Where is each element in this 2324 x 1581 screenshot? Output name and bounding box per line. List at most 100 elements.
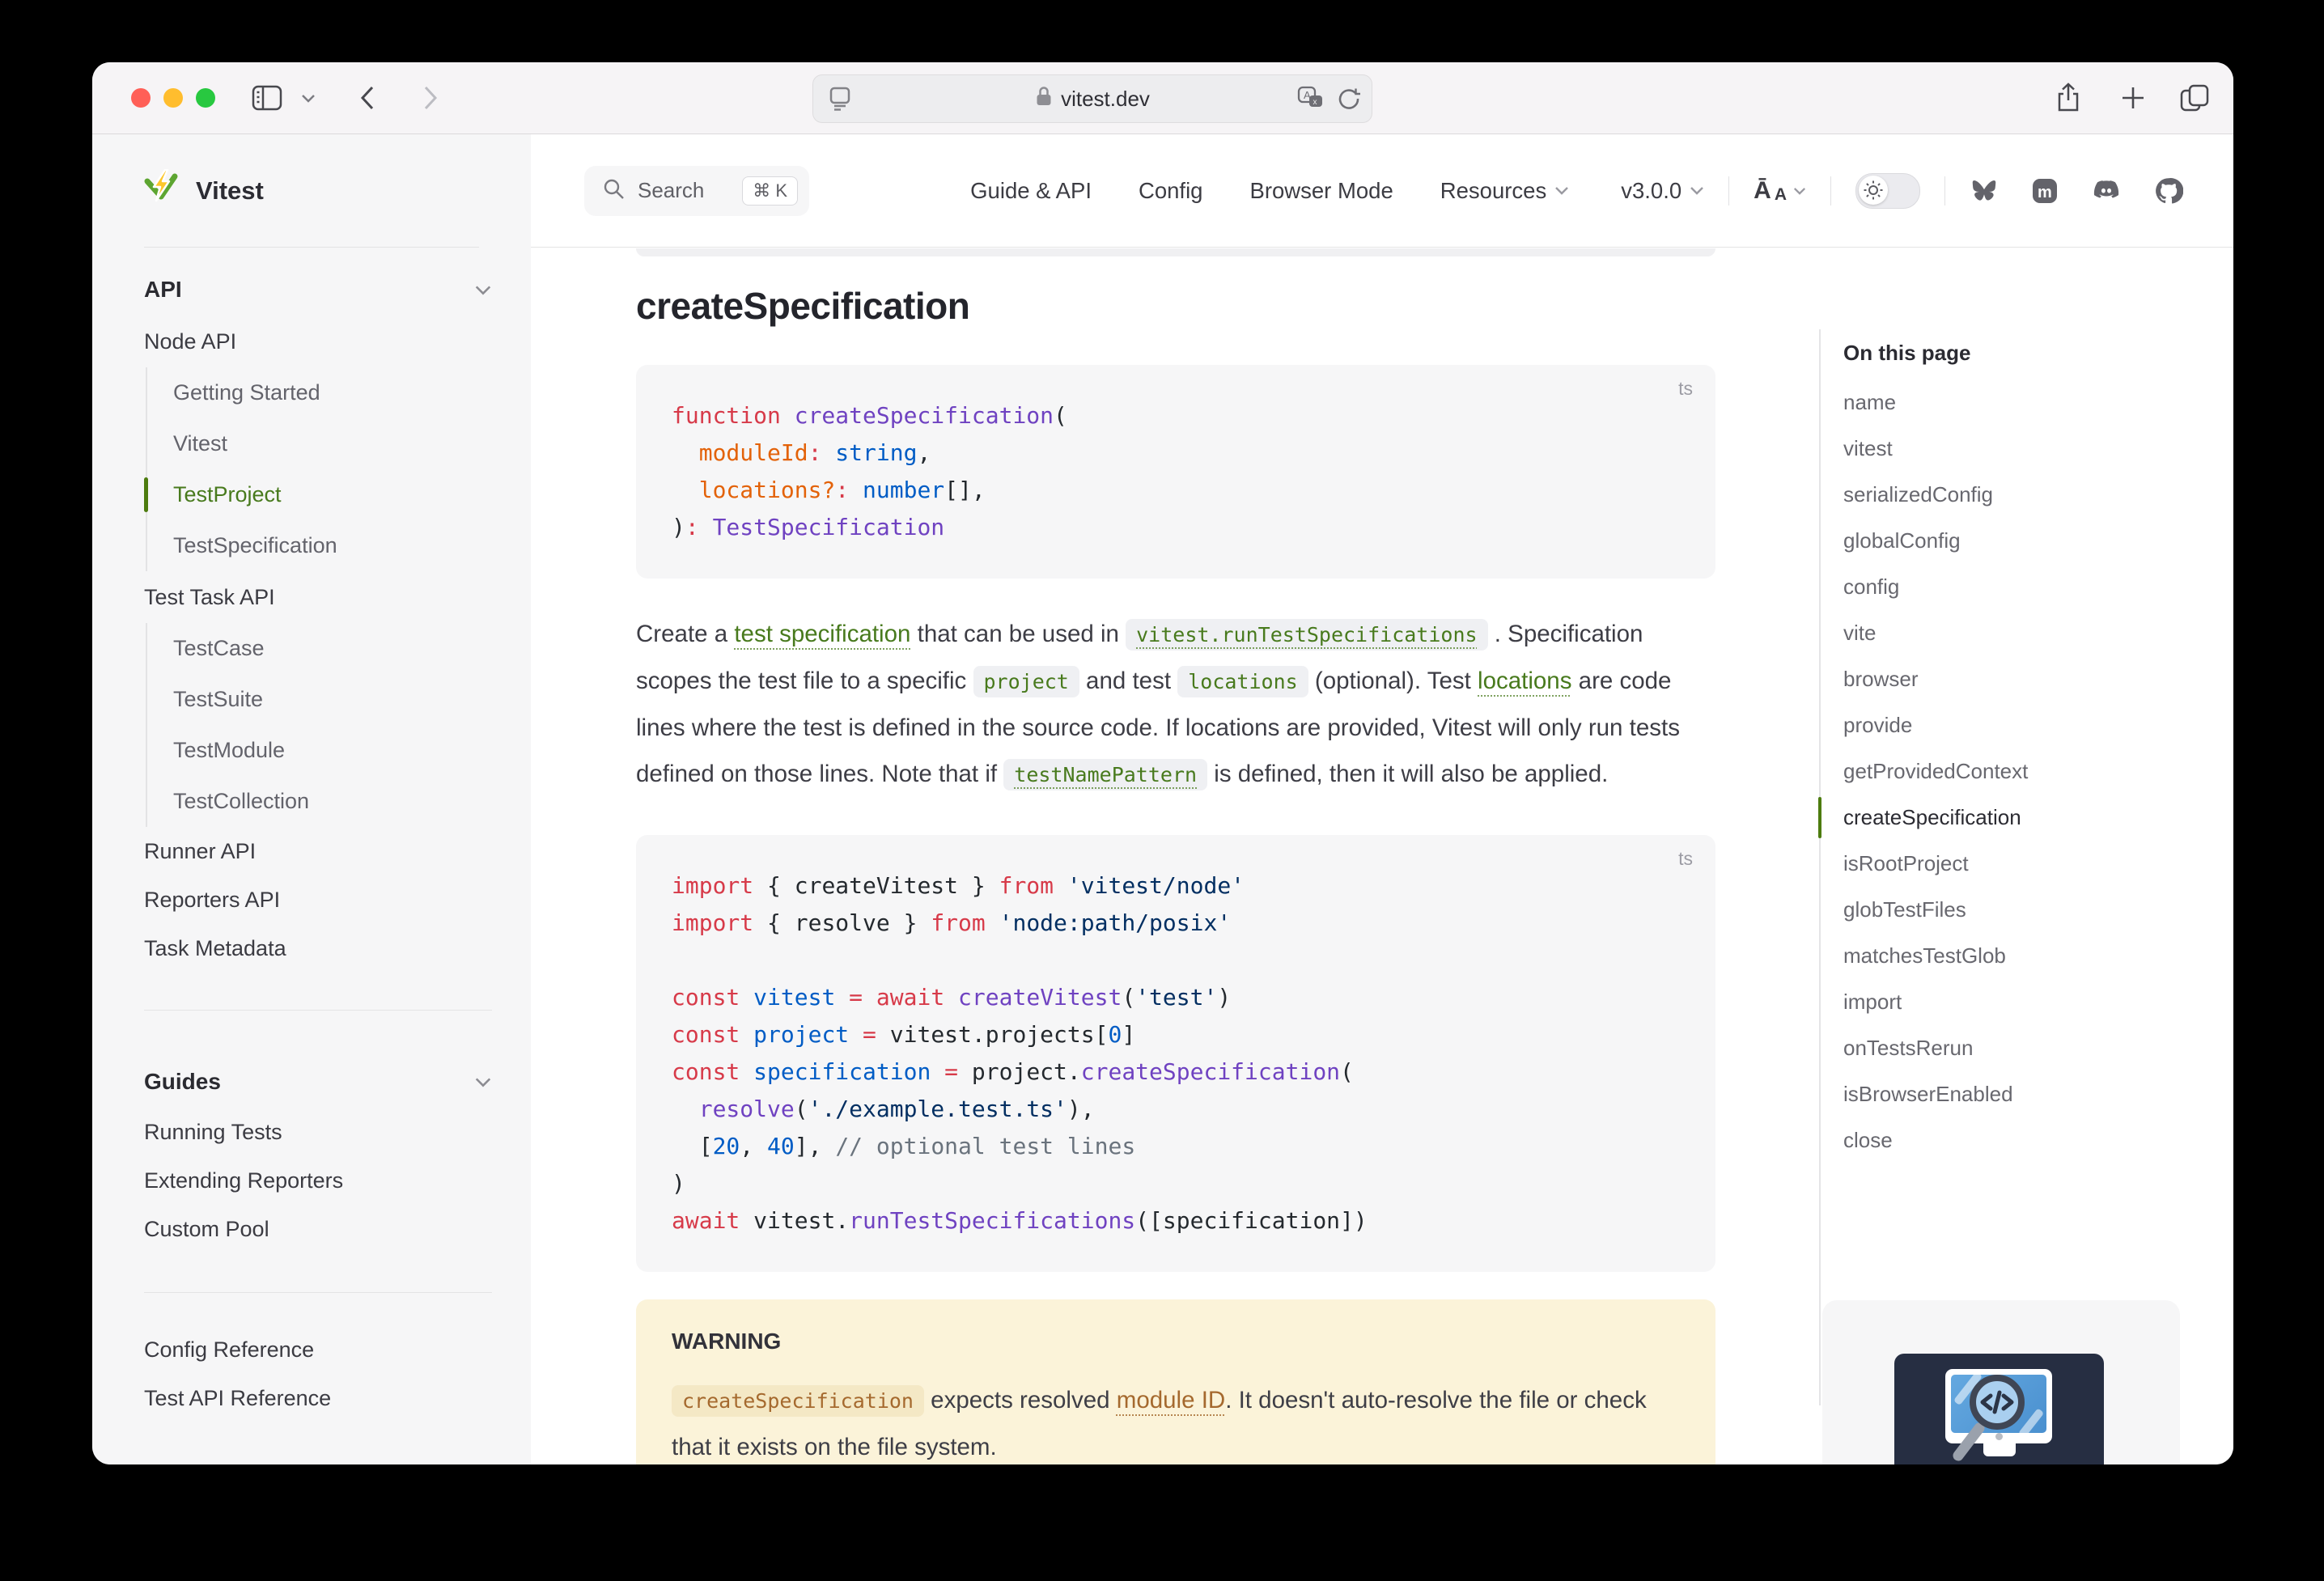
sidebar-item-running-tests[interactable]: Running Tests <box>144 1108 492 1156</box>
sidebar-item-custom-pool[interactable]: Custom Pool <box>144 1205 492 1253</box>
code-lang-badge: ts <box>1678 378 1693 400</box>
search-button[interactable]: Search ⌘ K <box>584 166 809 216</box>
toc-item-close[interactable]: close <box>1843 1117 2028 1163</box>
toc-item-import[interactable]: import <box>1843 979 2028 1025</box>
toc-item-matchestestglob[interactable]: matchesTestGlob <box>1843 933 2028 979</box>
toc-item-browser[interactable]: browser <box>1843 656 2028 702</box>
toc-item-config[interactable]: config <box>1843 564 2028 610</box>
warning-inline-link[interactable]: module ID <box>1117 1387 1225 1414</box>
toc-item-serializedconfig[interactable]: serializedConfig <box>1843 472 2028 518</box>
sidebar-toggle-icon[interactable] <box>248 62 286 134</box>
forward-button[interactable] <box>414 62 447 134</box>
discord-icon[interactable] <box>2091 177 2122 205</box>
inline-code-link[interactable]: vitest.runTestSpecifications <box>1126 619 1487 651</box>
toc-item-createspecification[interactable]: createSpecification <box>1843 795 2028 841</box>
lock-icon <box>1035 85 1053 113</box>
minimize-window-button[interactable] <box>163 88 183 108</box>
inline-code[interactable]: locations <box>1177 666 1308 697</box>
text-run: expects resolved <box>924 1387 1117 1414</box>
sidebar-item-vitest[interactable]: Vitest <box>173 418 492 469</box>
sidebar-group-test-task-api[interactable]: Test Task API <box>144 571 492 623</box>
warning-callout: WARNING createSpecification expects reso… <box>636 1299 1715 1464</box>
sidebar-item-testcase[interactable]: TestCase <box>173 623 492 674</box>
header-separator <box>1830 176 1831 206</box>
code-line: const project = vitest.projects[0] <box>672 1016 1680 1053</box>
description-paragraph: Create a test specification that can be … <box>636 611 1715 798</box>
translate-menu[interactable]: Ā A <box>1754 177 1806 205</box>
sidebar-item-label: TestSpecification <box>173 533 337 558</box>
doc-scroll-area[interactable]: createSpecification ts function createSp… <box>531 248 2233 1464</box>
sidebar-item-testsuite[interactable]: TestSuite <box>173 674 492 725</box>
bluesky-icon[interactable] <box>1970 178 1999 204</box>
toc-item-isrootproject[interactable]: isRootProject <box>1843 841 2028 887</box>
code-line <box>672 942 1680 979</box>
sidebar-item-testproject[interactable]: TestProject <box>173 469 492 520</box>
tab-overview-icon[interactable] <box>2175 62 2214 134</box>
toc-item-name[interactable]: name <box>1843 379 2028 426</box>
translate-page-icon[interactable]: A x <box>1297 86 1325 116</box>
sidebar-item-test-api-reference[interactable]: Test API Reference <box>144 1374 492 1422</box>
back-button[interactable] <box>351 62 384 134</box>
code-block-signature: ts function createSpecification( moduleI… <box>636 365 1715 579</box>
inline-link[interactable]: locations <box>1478 668 1571 694</box>
magnifier-code-icon <box>1940 1365 2058 1464</box>
sidebar-item-testspecification[interactable]: TestSpecification <box>173 520 492 571</box>
nav-item-guide-api[interactable]: Guide & API <box>970 178 1092 204</box>
share-icon[interactable] <box>2050 62 2086 134</box>
sidebar-item-testcollection[interactable]: TestCollection <box>173 776 492 827</box>
nav-item-resources[interactable]: Resources <box>1440 178 1569 204</box>
reader-icon[interactable] <box>828 86 852 116</box>
sidebar-item-label: TestModule <box>173 738 285 763</box>
mastodon-icon[interactable]: m <box>2031 177 2059 205</box>
reload-icon[interactable] <box>1336 87 1360 115</box>
toc-rail <box>1819 329 1821 1405</box>
theme-toggle[interactable] <box>1855 173 1920 209</box>
sidebar-item-config-reference[interactable]: Config Reference <box>144 1325 492 1374</box>
nav-item-config[interactable]: Config <box>1139 178 1203 204</box>
sidebar-item-extending-reporters[interactable]: Extending Reporters <box>144 1156 492 1205</box>
sidebar-item-testmodule[interactable]: TestModule <box>173 725 492 776</box>
code-line: import { resolve } from 'node:path/posix… <box>672 905 1680 942</box>
top-nav: Guide & API Config Browser Mode Resources <box>970 178 1569 204</box>
site-logo[interactable]: Vitest <box>92 134 531 247</box>
sidebar-item-task-metadata[interactable]: Task Metadata <box>144 924 492 973</box>
toc-item-getprovidedcontext[interactable]: getProvidedContext <box>1843 748 2028 795</box>
sidebar-group-items: TestCaseTestSuite TestModule TestCollectio… <box>146 623 492 827</box>
sponsor-ad-image <box>1894 1354 2104 1464</box>
nav-item-label: Guide & API <box>970 178 1092 204</box>
github-icon[interactable] <box>2154 176 2183 206</box>
toc-list: namevitestserializedConfigglobalConfigco… <box>1843 379 2028 1163</box>
sidebar-group-node-api[interactable]: Node API <box>144 316 492 367</box>
version-menu[interactable]: v3.0.0 <box>1621 178 1704 204</box>
toc-item-vitest[interactable]: vitest <box>1843 426 2028 472</box>
toc-item-isbrowserenabled[interactable]: isBrowserEnabled <box>1843 1071 2028 1117</box>
sponsor-ad-card[interactable] <box>1822 1300 2180 1464</box>
nav-item-browser-mode[interactable]: Browser Mode <box>1249 178 1393 204</box>
warning-inline-code[interactable]: createSpecification <box>672 1385 924 1417</box>
toc-item-vite[interactable]: vite <box>1843 610 2028 656</box>
toc-item-globtestfiles[interactable]: globTestFiles <box>1843 887 2028 933</box>
inline-code-link[interactable]: testNamePattern <box>1003 759 1207 790</box>
search-icon <box>602 177 625 204</box>
sidebar-section-guides[interactable]: Guides <box>144 1056 492 1108</box>
sidebar-section-api[interactable]: API <box>144 264 492 316</box>
toc-item-globalconfig[interactable]: globalConfig <box>1843 518 2028 564</box>
sidebar-item-reporters-api[interactable]: Reporters API <box>144 875 492 924</box>
toc-item-provide[interactable]: provide <box>1843 702 2028 748</box>
zoom-window-button[interactable] <box>196 88 215 108</box>
toolbar-chevron-down-icon[interactable] <box>296 62 320 134</box>
inline-link[interactable]: test specification <box>734 621 910 647</box>
social-links: m <box>1970 176 2183 206</box>
close-window-button[interactable] <box>131 88 151 108</box>
sidebar-item-label: Vitest <box>173 431 227 456</box>
article: createSpecification ts function createSp… <box>636 248 1715 1464</box>
inline-code[interactable]: project <box>973 666 1079 697</box>
toc-item-ontestsrerun[interactable]: onTestsRerun <box>1843 1025 2028 1071</box>
new-tab-icon[interactable] <box>2115 62 2151 134</box>
address-bar[interactable]: vitest.dev A x <box>812 74 1372 123</box>
sidebar-item-runner-api[interactable]: Runner API <box>144 827 492 875</box>
code-line: resolve('./example.test.ts'), <box>672 1091 1680 1128</box>
sidebar-section-label: Guides <box>144 1069 221 1095</box>
sidebar-item-getting-started[interactable]: Getting Started <box>173 367 492 418</box>
sidebar-divider <box>144 1010 492 1011</box>
